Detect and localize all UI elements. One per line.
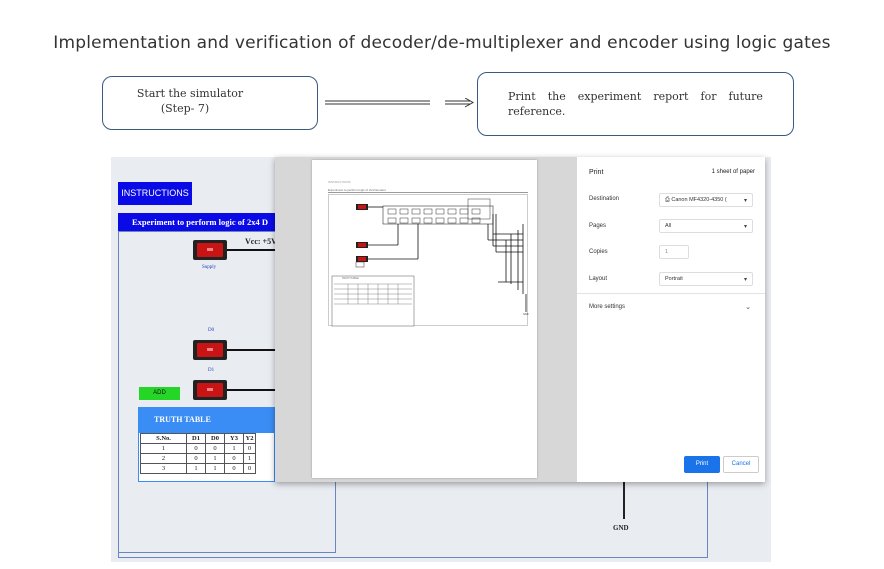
preview-gnd-label: GND — [523, 313, 529, 316]
layout-select[interactable]: Portrait ▾ — [659, 272, 753, 286]
d1-label: D1 — [208, 368, 215, 373]
table-cell: 1 — [205, 463, 225, 474]
d1-wire — [227, 389, 275, 391]
print-dialog: INSTRUCTIONS Experiment to perform logic… — [275, 157, 765, 482]
chevron-down-icon: ▾ — [743, 198, 747, 204]
report-word: experiment — [577, 90, 642, 103]
print-button[interactable]: Print — [684, 456, 720, 473]
table-row: 3 1 1 0 0 — [140, 463, 256, 474]
settings-divider — [577, 293, 765, 294]
pages-select[interactable]: All ▾ — [659, 219, 753, 233]
table-header: S.No. — [140, 433, 187, 444]
chevron-down-icon: ▾ — [743, 224, 747, 230]
report-word: Print — [508, 90, 536, 103]
report-callout: Print the experiment report for future r… — [477, 72, 794, 136]
truth-table: S.No. D1 D0 Y3 Y2 1 0 0 1 0 2 0 1 0 1 3 … — [140, 433, 256, 474]
pages-label: Pages — [589, 223, 607, 229]
table-cell: 0 — [243, 463, 256, 474]
table-cell: 3 — [140, 463, 187, 474]
cancel-button[interactable]: Cancel — [723, 456, 759, 473]
step-line-1: Start the simulator — [136, 87, 244, 100]
destination-value: Canon MF4320-4350 ( — [671, 197, 727, 203]
layout-value: Portrait — [665, 276, 683, 282]
step-callout: Start the simulator (Step- 7) — [102, 76, 318, 130]
preview-sheet: INSTRUCTIONS Experiment to perform logic… — [312, 160, 537, 478]
table-header: Y3 — [224, 433, 244, 444]
printer-icon: ⎙ — [665, 197, 670, 203]
table-cell: 0 — [186, 453, 206, 464]
d0-wire — [227, 349, 275, 351]
table-cell: 1 — [186, 463, 206, 474]
print-preview: INSTRUCTIONS Experiment to perform logic… — [275, 157, 577, 482]
gnd-wire — [623, 481, 625, 519]
table-header: Y2 — [243, 433, 256, 444]
page-title: Implementation and verification of decod… — [53, 33, 831, 53]
truth-table-title: TRUTH TABLE — [138, 407, 275, 432]
more-settings[interactable]: More settings — [589, 304, 625, 310]
table-cell: 1 — [243, 453, 256, 464]
preview-rule — [328, 192, 528, 193]
vcc-label: Vcc: +5V — [245, 237, 277, 246]
d0-switch[interactable] — [193, 340, 227, 360]
table-cell: 1 — [205, 453, 225, 464]
chevron-down-icon[interactable]: ⌄ — [745, 303, 751, 311]
print-settings-panel: Print 1 sheet of paper Destination ⎙ Can… — [577, 157, 765, 482]
arrow-right-icon — [325, 98, 475, 108]
supply-switch[interactable] — [193, 240, 227, 260]
gnd-label: GND — [613, 524, 629, 532]
supply-wire — [227, 249, 275, 251]
table-cell: 0 — [205, 443, 225, 454]
table-cell: 1 — [224, 443, 244, 454]
table-cell: 1 — [140, 443, 187, 454]
chevron-down-icon: ▾ — [743, 277, 747, 283]
print-title: Print — [589, 169, 604, 176]
instructions-button[interactable]: INSTRUCTIONS — [118, 182, 192, 205]
pages-value: All — [665, 223, 672, 229]
step-line-2: (Step- 7) — [160, 102, 210, 115]
preview-table-title: TRUTH TABLE — [342, 277, 359, 280]
report-word: for — [700, 90, 717, 103]
report-word: the — [547, 90, 566, 103]
layout-label: Layout — [589, 276, 608, 282]
d0-label: D0 — [208, 328, 215, 333]
add-button[interactable]: ADD — [139, 387, 180, 400]
d1-switch[interactable] — [193, 380, 227, 400]
table-row: 2 0 1 0 1 — [140, 453, 256, 464]
table-cell: 2 — [140, 453, 187, 464]
table-cell: 0 — [243, 443, 256, 454]
table-cell: 0 — [186, 443, 206, 454]
report-word: future — [728, 90, 763, 103]
preview-circuit-diagram — [331, 198, 527, 327]
table-header-row: S.No. D1 D0 Y3 Y2 — [140, 433, 256, 444]
table-header: D0 — [205, 433, 225, 444]
destination-label: Destination — [589, 196, 620, 202]
destination-select[interactable]: ⎙ Canon MF4320-4350 ( ▾ — [659, 193, 753, 207]
report-line-2: reference. — [508, 105, 566, 118]
sheet-count: 1 sheet of paper — [711, 169, 755, 175]
experiment-header: Experiment to perform logic of 2x4 D — [118, 213, 278, 231]
supply-label: Supply — [202, 265, 217, 270]
table-cell: 0 — [224, 453, 244, 464]
table-row: 1 0 0 1 0 — [140, 443, 256, 454]
preview-header: INSTRUCTIONS — [328, 180, 351, 184]
copies-input[interactable]: 1 — [659, 245, 689, 259]
table-header: D1 — [186, 433, 206, 444]
copies-label: Copies — [589, 249, 608, 255]
table-cell: 0 — [224, 463, 244, 474]
report-word: report — [653, 90, 689, 103]
